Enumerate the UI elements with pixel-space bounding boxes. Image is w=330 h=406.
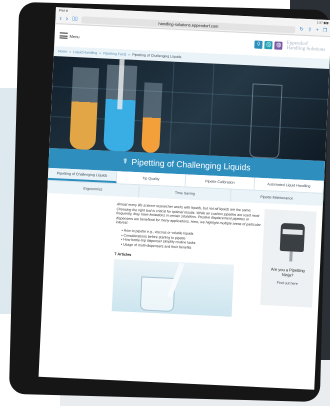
page-title: Pipetting of Challenging Liquids bbox=[131, 156, 251, 173]
tablet-screen: iPad ⊛ 1:57 ▮▮▮ ‹ › ▯▯ handling-solution… bbox=[38, 7, 330, 390]
breadcrumb-liquid-handling[interactable]: Liquid Handling bbox=[73, 50, 97, 55]
add-tab-icon[interactable]: + bbox=[316, 27, 319, 33]
amber-liquid-tube bbox=[141, 82, 163, 154]
droplet-icon[interactable]: ◊ bbox=[254, 40, 263, 49]
eppendorf-logo[interactable]: Eppendorf Handling Solutions bbox=[286, 41, 325, 53]
lab-icon[interactable]: ◍ bbox=[274, 41, 283, 50]
article-content: Almost every life science researcher wor… bbox=[42, 193, 323, 321]
share-icon[interactable]: ⇧ bbox=[307, 27, 311, 33]
tablet-device: iPad ⊛ 1:57 ▮▮▮ ‹ › ▯▯ handling-solution… bbox=[8, 1, 330, 403]
hamburger-icon bbox=[59, 32, 68, 39]
ninja-question: Are you a Pipetting Ninja? bbox=[270, 266, 305, 278]
article-thumbnail[interactable] bbox=[111, 259, 235, 318]
forward-icon[interactable]: › bbox=[66, 15, 69, 22]
target-icon[interactable]: ◎ bbox=[264, 40, 273, 50]
menu-label: Menu bbox=[69, 33, 80, 39]
status-right: 1:57 ▮▮▮ bbox=[316, 20, 329, 25]
ninja-promo[interactable]: Are you a Pipetting Ninja? Find out here bbox=[260, 209, 317, 308]
glass-cylinder bbox=[249, 83, 283, 159]
hero-image bbox=[49, 56, 330, 161]
back-icon[interactable]: ‹ bbox=[59, 15, 62, 22]
bookmarks-icon[interactable]: ▯▯ bbox=[72, 16, 78, 22]
status-left: iPad ⊛ bbox=[58, 8, 69, 13]
menu-button[interactable]: Menu bbox=[59, 32, 80, 39]
pipette-icon: ☤ bbox=[122, 158, 128, 166]
header-brand: ◊ ◎ ◍ Eppendorf Handling Solutions bbox=[254, 40, 325, 53]
orange-liquid-tube bbox=[69, 66, 100, 151]
breadcrumb-pipetting-facts[interactable]: Pipetting Facts bbox=[103, 51, 126, 56]
ninja-link[interactable]: Find out here bbox=[264, 280, 310, 286]
breadcrumb-home[interactable]: Home bbox=[58, 49, 68, 53]
intro-text: Almost every life science researcher wor… bbox=[115, 202, 261, 227]
tabs-overview-icon[interactable]: ❐ bbox=[323, 28, 328, 34]
breadcrumb-current: Pipetting of Challenging Liquids bbox=[132, 52, 182, 60]
url-text: handling-solutions.eppendorf.com bbox=[158, 20, 219, 29]
reload-icon[interactable]: ↻ bbox=[299, 27, 303, 33]
pipette-ninja-illustration bbox=[265, 212, 313, 264]
